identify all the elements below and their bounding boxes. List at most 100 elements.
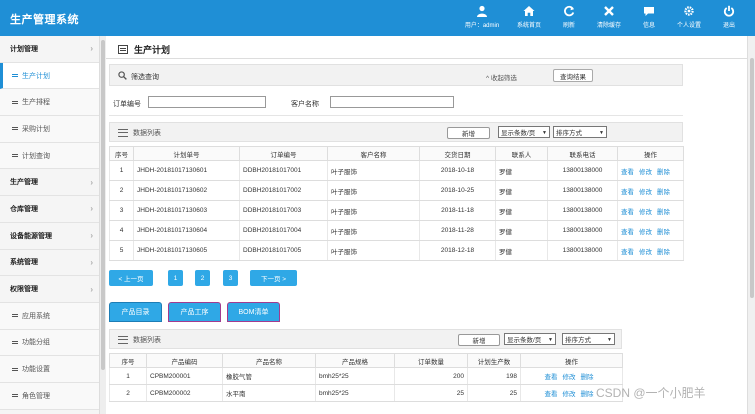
page-button-3[interactable]: 3 — [223, 270, 238, 286]
edit-link[interactable]: 修改 — [639, 229, 652, 236]
edit-link[interactable]: 修改 — [639, 169, 652, 176]
column-header[interactable]: 计划单号 — [133, 146, 240, 161]
page-scrollbar-thumb[interactable] — [750, 58, 754, 298]
delete-link[interactable]: 删除 — [657, 249, 670, 256]
column-header[interactable]: 联系人 — [495, 146, 548, 161]
sidebar-item-function-group[interactable]: 功能分组 — [0, 329, 99, 357]
table-row[interactable]: 1 CPBM200001 橡胶气管 bmh25*25 200 198 查看 修改删… — [109, 367, 623, 385]
column-header[interactable]: 序号 — [109, 353, 147, 368]
table-row[interactable]: 2 JHDH-20181017130602 DDBH20181017002 叶子… — [109, 180, 684, 201]
table-row[interactable]: 4 JHDH-20181017130604 DDBH20181017004 叶子… — [109, 220, 684, 241]
menu-dash-icon — [12, 367, 18, 371]
row-actions: 查看 修改 删除 — [520, 367, 623, 385]
sidebar-item-permission-management[interactable]: 权限管理 › — [0, 276, 99, 303]
delete-link[interactable]: 删除 — [657, 229, 670, 236]
sidebar-item-warehouse-management[interactable]: 仓库管理 › — [0, 196, 99, 223]
refresh-button[interactable]: 刷新 — [549, 4, 589, 29]
filter-bar: 筛选查询 ^ 收起筛选 查询结果 — [109, 64, 683, 86]
menu-dash-icon — [12, 394, 18, 398]
sidebar-item-plan-management[interactable]: 计划管理 › — [0, 36, 99, 63]
delete-link[interactable]: 删除 — [657, 189, 670, 196]
order-no-input[interactable] — [148, 96, 266, 108]
column-header[interactable]: 产品编码 — [146, 353, 223, 368]
sidebar-item-role-management[interactable]: 角色管理 — [0, 382, 99, 410]
page-size-select[interactable]: 显示条数/页 ▼ — [504, 333, 556, 345]
sidebar-item-purchase-plan[interactable]: 采购计划 — [0, 116, 99, 143]
sort-select[interactable]: 排序方式 ▼ — [562, 333, 615, 345]
page-size-select[interactable]: 显示条数/页 ▼ — [498, 126, 550, 138]
sidebar-item-production-schedule[interactable]: 生产排程 — [0, 89, 99, 117]
sidebar-item-production-plan[interactable]: 生产计划 — [0, 62, 99, 90]
delete-link[interactable]: 删除 — [657, 169, 670, 176]
user-button[interactable]: 用户：admin — [455, 4, 509, 29]
query-row: 订单编号 客户名称 — [109, 91, 683, 116]
view-link[interactable]: 查看 — [621, 249, 634, 256]
add-plan-button[interactable]: 新增 — [447, 127, 490, 139]
view-link[interactable]: 查看 — [545, 391, 558, 398]
view-link[interactable]: 查看 — [545, 374, 558, 381]
prev-page-button[interactable]: < 上一页 — [109, 270, 153, 286]
sidebar-scrollbar-thumb[interactable] — [101, 40, 105, 370]
plan-list-header: 数据列表 新增 显示条数/页 ▼ 排序方式 ▼ — [109, 122, 683, 142]
edit-link[interactable]: 修改 — [563, 374, 576, 381]
column-header[interactable]: 订单数量 — [394, 353, 468, 368]
view-link[interactable]: 查看 — [621, 229, 634, 236]
sidebar-item-production-management[interactable]: 生产管理 › — [0, 169, 99, 197]
tab-product-catalog[interactable]: 产品目录 — [109, 302, 162, 322]
view-link[interactable]: 查看 — [621, 209, 634, 216]
edit-link[interactable]: 修改 — [563, 391, 576, 398]
customer-name-input[interactable] — [330, 96, 454, 108]
column-header[interactable]: 交货日期 — [419, 146, 496, 161]
clear-cache-button[interactable]: 清除缓存 — [589, 4, 629, 29]
collapse-filter-label: 收起筛选 — [490, 75, 517, 82]
order-no-label: 订单编号 — [113, 101, 141, 108]
home-button[interactable]: 系统首页 — [509, 4, 549, 29]
column-header[interactable]: 产品规格 — [315, 353, 395, 368]
collapse-filter-toggle[interactable]: ^ 收起筛选 — [486, 72, 517, 82]
delete-link[interactable]: 删除 — [581, 374, 594, 381]
delete-link[interactable]: 删除 — [581, 391, 594, 398]
plan-number: JHDH-20181017130604 — [133, 220, 240, 241]
page-scrollbar[interactable] — [747, 36, 755, 414]
table-row[interactable]: 2 CPBM200002 水平南 bmh25*25 25 25 查看 修改 删除 — [109, 384, 623, 402]
order-quantity: 200 — [394, 367, 468, 385]
column-header[interactable]: 客户名称 — [327, 146, 420, 161]
sidebar-item-function-settings[interactable]: 功能设置 — [0, 356, 99, 383]
sidebar-item-label: 生产计划 — [22, 72, 50, 80]
edit-link[interactable]: 修改 — [639, 189, 652, 196]
column-header[interactable]: 联系电话 — [547, 146, 618, 161]
table-row[interactable]: 3 JHDH-20181017130603 DDBH20181017003 叶子… — [109, 200, 684, 221]
column-header[interactable]: 序号 — [109, 146, 134, 161]
next-page-button[interactable]: 下一页 > — [250, 270, 297, 286]
chevron-right-icon: › — [90, 204, 93, 214]
edit-link[interactable]: 修改 — [639, 209, 652, 216]
sort-select[interactable]: 排序方式 ▼ — [553, 126, 607, 138]
tab-bom-list[interactable]: BOM清单 — [227, 302, 280, 322]
table-row[interactable]: 5 JHDH-20181017130605 DDBH20181017005 叶子… — [109, 240, 684, 261]
sidebar-item-equipment-energy[interactable]: 设备能源管理 › — [0, 223, 99, 250]
sidebar-item-system-management[interactable]: 系统管理 › — [0, 250, 99, 277]
delete-link[interactable]: 删除 — [657, 209, 670, 216]
list-icon — [118, 336, 128, 344]
page-button-1[interactable]: 1 — [168, 270, 183, 286]
sidebar-item-label: 系统管理 — [10, 259, 38, 267]
contact-person: 罗健 — [495, 160, 548, 181]
tab-product-process[interactable]: 产品工序 — [168, 302, 221, 322]
view-link[interactable]: 查看 — [621, 169, 634, 176]
column-header[interactable]: 计划生产数 — [467, 353, 521, 368]
settings-button[interactable]: 个人设置 — [669, 4, 709, 29]
column-header[interactable]: 产品名称 — [222, 353, 316, 368]
sidebar-item-plan-query[interactable]: 计划查询 — [0, 142, 99, 170]
page-button-2[interactable]: 2 — [195, 270, 210, 286]
edit-link[interactable]: 修改 — [639, 249, 652, 256]
view-link[interactable]: 查看 — [621, 189, 634, 196]
sidebar-item-label: 角色管理 — [22, 392, 50, 400]
query-result-button[interactable]: 查询结果 — [553, 69, 593, 82]
column-header[interactable]: 订单编号 — [239, 146, 328, 161]
table-row[interactable]: 1 JHDH-20181017130601 DDBH20181017001 叶子… — [109, 160, 684, 181]
message-button[interactable]: 信息 — [629, 4, 669, 29]
product-code: CPBM200002 — [146, 384, 223, 402]
add-product-button[interactable]: 新增 — [458, 334, 500, 346]
sidebar-item-application-system[interactable]: 应用系统 — [0, 302, 99, 330]
exit-button[interactable]: 退出 — [709, 4, 749, 29]
